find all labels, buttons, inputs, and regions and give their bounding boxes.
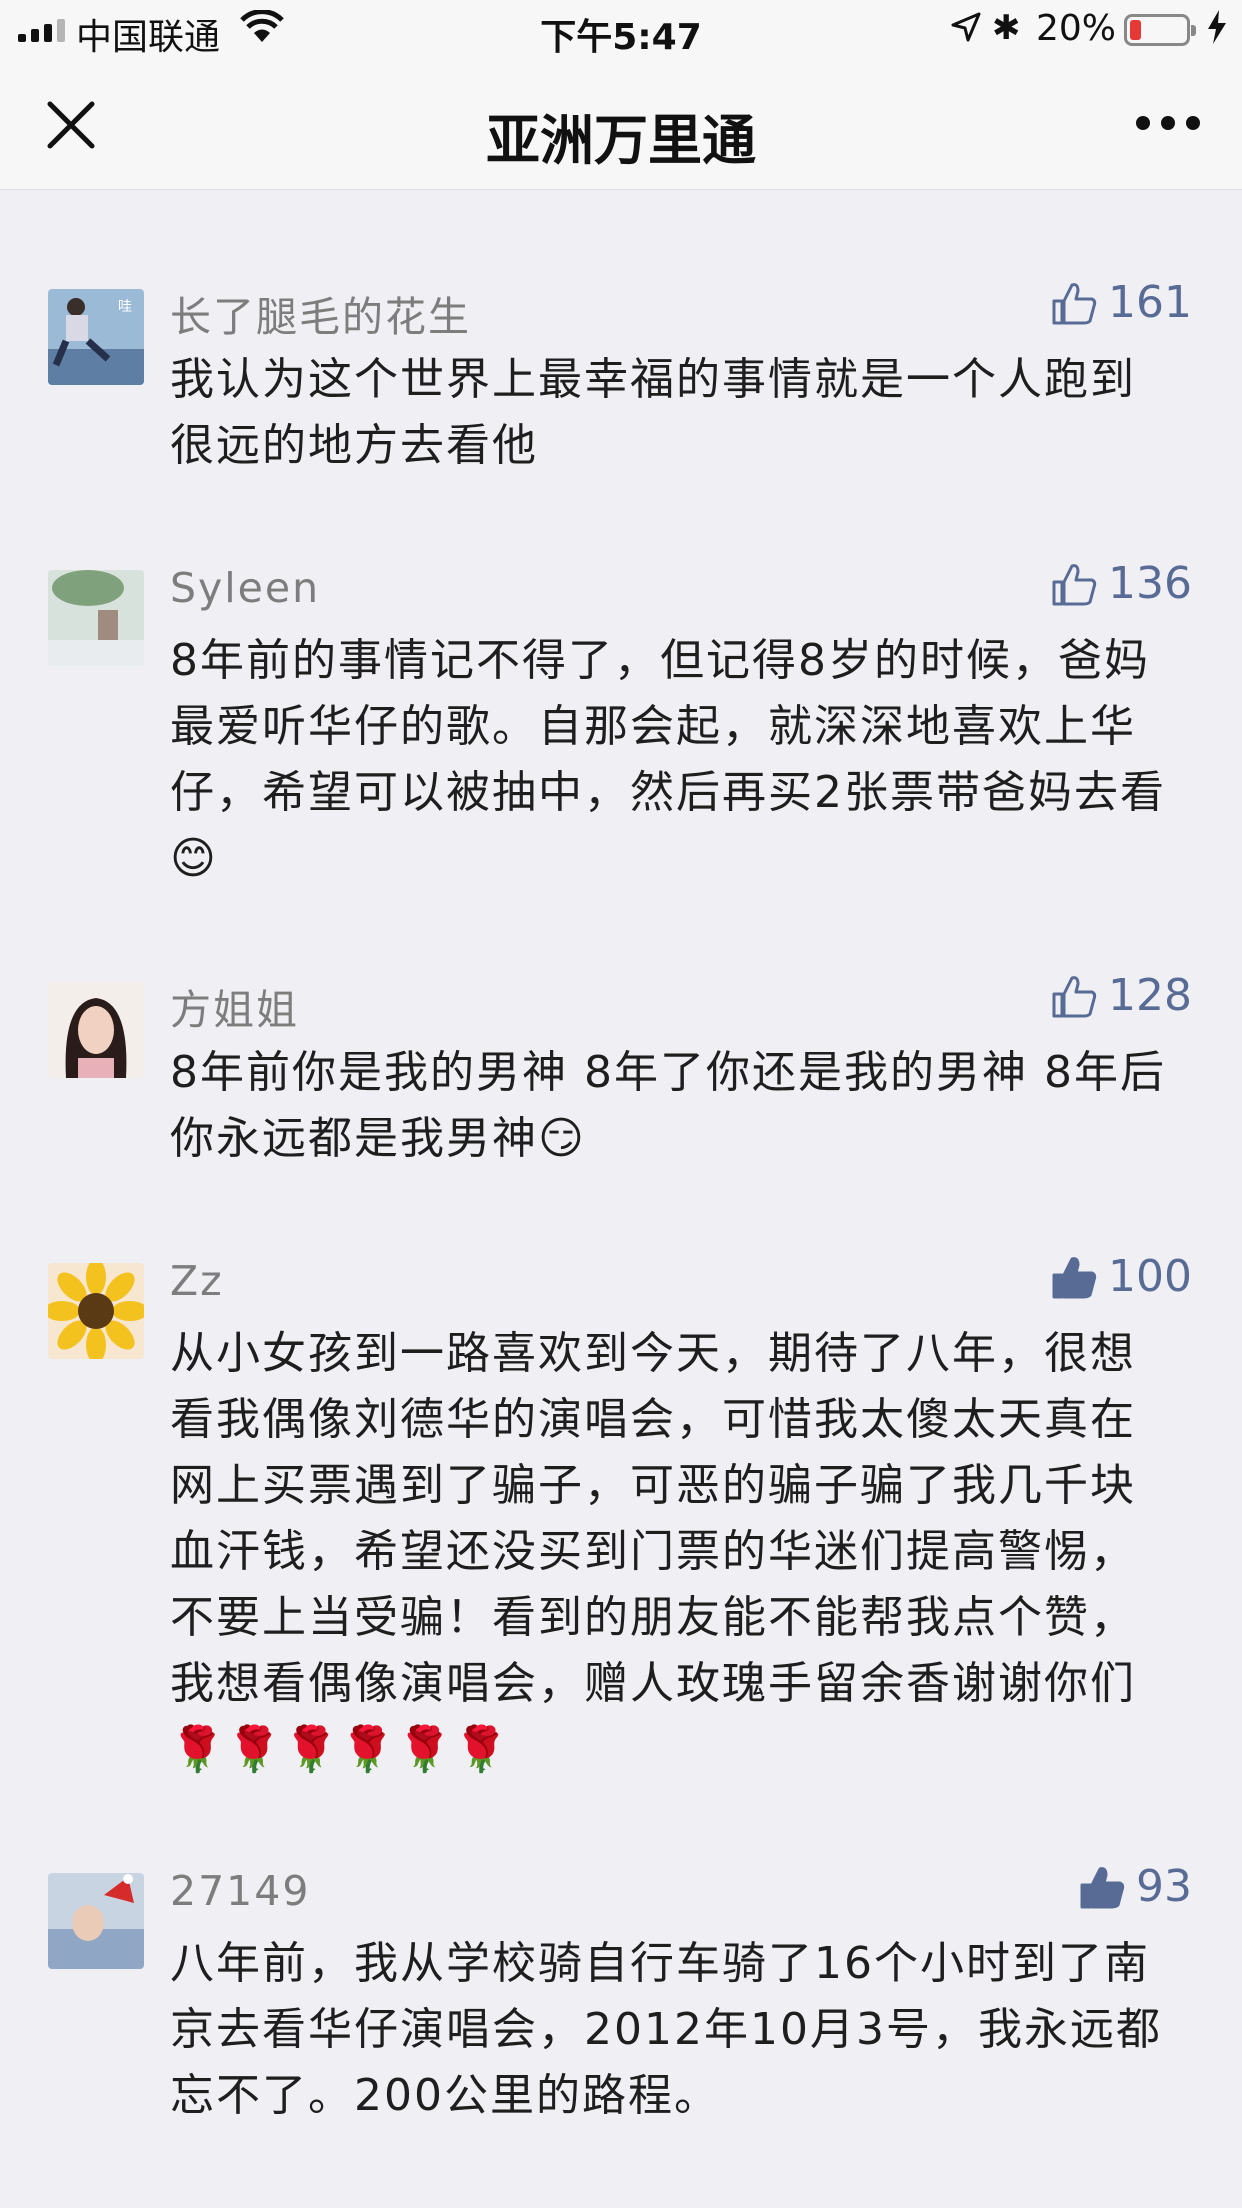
comment-text: 8年前的事情记不得了，但记得8岁的时候，爸妈最爱听华仔的歌。自那会起，就深深地喜… xyxy=(170,635,1166,884)
comment-author: 长了腿毛的花生 xyxy=(170,293,471,341)
thumbs-up-outline-icon xyxy=(1052,563,1097,605)
comment-author: 方姐姐 xyxy=(170,986,299,1034)
thumbs-up-filled-icon xyxy=(1052,1256,1097,1298)
thumbs-up-filled-icon xyxy=(1080,1866,1125,1908)
like-button[interactable]: 100 xyxy=(1050,1251,1192,1302)
avatar xyxy=(48,982,144,1078)
comment-text: 8年前你是我的男神 8年了你还是我的男神 8年后你永远都是我男神😏 xyxy=(170,1047,1166,1164)
battery-percent: 20% xyxy=(1036,8,1117,49)
comment-author: 27149 xyxy=(170,1867,311,1915)
status-bar: 中国联通 下午5:47 ✱ 20% xyxy=(0,0,1242,60)
avatar xyxy=(48,1263,144,1359)
avatar xyxy=(48,1873,144,1969)
comment-author: Zz xyxy=(170,1257,224,1305)
avatar xyxy=(48,570,144,666)
more-options-icon[interactable] xyxy=(1136,116,1200,132)
like-button[interactable]: 136 xyxy=(1050,558,1192,609)
thumbs-up-outline-icon xyxy=(1052,282,1097,324)
page-title: 亚洲万里通 xyxy=(486,109,756,172)
like-button[interactable]: 128 xyxy=(1050,970,1192,1021)
like-button[interactable]: 161 xyxy=(1050,277,1192,328)
svg-text:哇: 哇 xyxy=(118,299,132,315)
bluetooth-icon: ✱ xyxy=(992,8,1021,48)
battery-icon xyxy=(1124,14,1196,46)
like-count: 136 xyxy=(1108,558,1192,609)
comment-text: 八年前，我从学校骑自行车骑了16个小时到了南京去看华仔演唱会，2012年10月3… xyxy=(170,1938,1162,2121)
charging-bolt-icon xyxy=(1208,10,1226,44)
nav-bar: 亚洲万里通 xyxy=(0,60,1242,190)
like-count: 93 xyxy=(1136,1861,1192,1912)
like-count: 128 xyxy=(1108,970,1192,1021)
like-count: 100 xyxy=(1108,1251,1192,1302)
comment-text: 我认为这个世界上最幸福的事情就是一个人跑到很远的地方去看他 xyxy=(170,354,1136,471)
avatar: 哇 xyxy=(48,289,144,385)
battery-fill xyxy=(1130,20,1141,40)
comment-author: Syleen xyxy=(170,564,321,612)
like-count: 161 xyxy=(1108,277,1192,328)
thumbs-up-outline-icon xyxy=(1052,975,1097,1017)
like-button[interactable]: 93 xyxy=(1078,1861,1192,1912)
location-arrow-icon xyxy=(951,12,981,42)
comment-text: 从小女孩到一路喜欢到今天，期待了八年，很想看我偶像刘德华的演唱会，可惜我太傻太天… xyxy=(170,1328,1136,1775)
